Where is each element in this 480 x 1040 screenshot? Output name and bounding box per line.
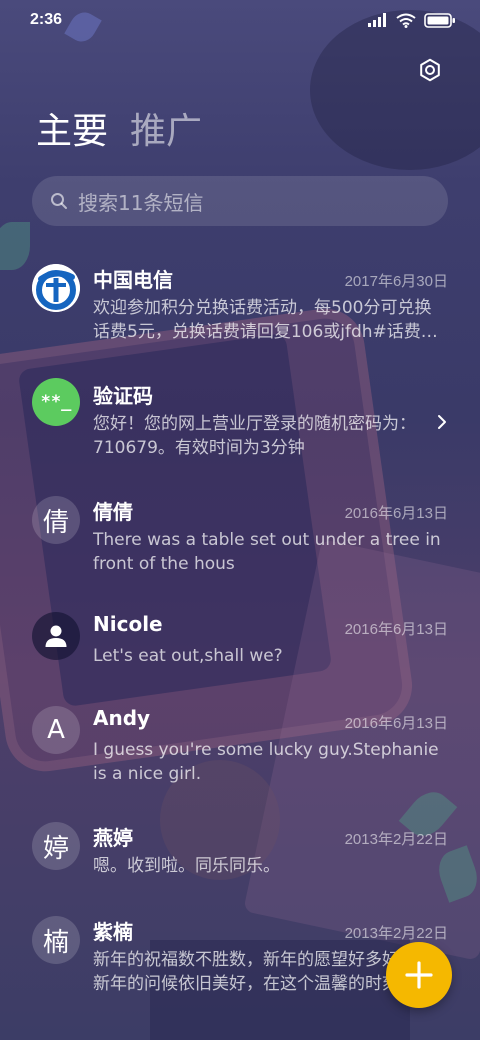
conversation-item[interactable]: 婷 燕婷 2013年2月22日 嗯。收到啦。同乐同乐。 [0, 810, 480, 904]
contact-name: Nicole [93, 612, 163, 636]
contact-name: 倩倩 [93, 500, 133, 524]
wifi-icon [396, 13, 416, 28]
conversation-item[interactable]: A Andy 2016年6月13日 I guess you're some lu… [0, 694, 480, 810]
tab-primary[interactable]: 主要 [36, 108, 108, 156]
message-date: 2013年2月22日 [344, 831, 448, 848]
search-icon [51, 193, 67, 209]
message-preview: Let's eat out,shall we? [93, 646, 283, 666]
battery-icon [424, 12, 455, 28]
message-preview: I guess you're some lucky guy.Stephanie … [93, 740, 439, 784]
message-date: 2013年2月22日 [344, 925, 448, 942]
settings-button[interactable] [416, 56, 444, 84]
message-date: 2017年6月30日 [344, 273, 448, 290]
gear-icon [420, 58, 440, 82]
status-icons [368, 12, 456, 28]
message-date: 2016年6月13日 [344, 621, 448, 638]
contact-name: 验证码 [93, 384, 153, 408]
avatar: 倩 [32, 496, 80, 544]
message-date: 2016年6月13日 [344, 505, 448, 522]
avatar: A [32, 706, 80, 754]
message-preview: 欢迎参加积分兑换话费活动，每500分可兑换话费5元，兑换话费请回复106或jfd… [93, 298, 438, 342]
conversation-item[interactable]: 中国电信 2017年6月30日 欢迎参加积分兑换话费活动，每500分可兑换话费5… [0, 252, 480, 368]
contact-name: Andy [93, 706, 151, 730]
status-time: 2:36 [30, 11, 63, 28]
chevron-right-icon[interactable] [434, 410, 450, 434]
search-bar[interactable]: 搜索11条短信 [32, 176, 448, 226]
message-preview: There was a table set out under a tree i… [93, 530, 441, 574]
contact-name: 燕婷 [93, 826, 133, 850]
plus-icon [405, 961, 433, 989]
avatar: 婷 [32, 822, 80, 870]
tab-promotions[interactable]: 推广 [130, 108, 202, 156]
message-preview: 您好！您的网上营业厅登录的随机密码为：710679。有效时间为3分钟 [93, 414, 416, 458]
search-placeholder: 搜索11条短信 [78, 190, 204, 215]
avatar: **_ [32, 378, 80, 426]
messages-screen: 2:36 主要 推广 搜索11条短信 中国电信 2017年6月30日 欢迎参加积… [0, 0, 480, 1040]
compose-button[interactable] [386, 942, 452, 1008]
signal-icon [368, 13, 386, 27]
status-bar: 2:36 [0, 0, 480, 40]
avatar: 楠 [32, 916, 80, 964]
conversation-item[interactable]: **_ 验证码 您好！您的网上营业厅登录的随机密码为：710679。有效时间为3… [0, 368, 480, 484]
conversation-item[interactable]: 倩 倩倩 2016年6月13日 There was a table set ou… [0, 484, 480, 600]
contact-name: 中国电信 [93, 268, 173, 292]
message-preview: 嗯。收到啦。同乐同乐。 [93, 856, 280, 876]
avatar [32, 264, 80, 312]
china-telecom-logo-icon [32, 264, 80, 312]
conversation-item[interactable]: Nicole 2016年6月13日 Let's eat out,shall we… [0, 600, 480, 694]
person-icon [45, 625, 67, 647]
message-date: 2016年6月13日 [344, 715, 448, 732]
category-tabs: 主要 推广 [36, 108, 202, 156]
avatar [32, 612, 80, 660]
conversation-list: 中国电信 2017年6月30日 欢迎参加积分兑换话费活动，每500分可兑换话费5… [0, 252, 480, 1016]
contact-name: 紫楠 [93, 920, 133, 944]
